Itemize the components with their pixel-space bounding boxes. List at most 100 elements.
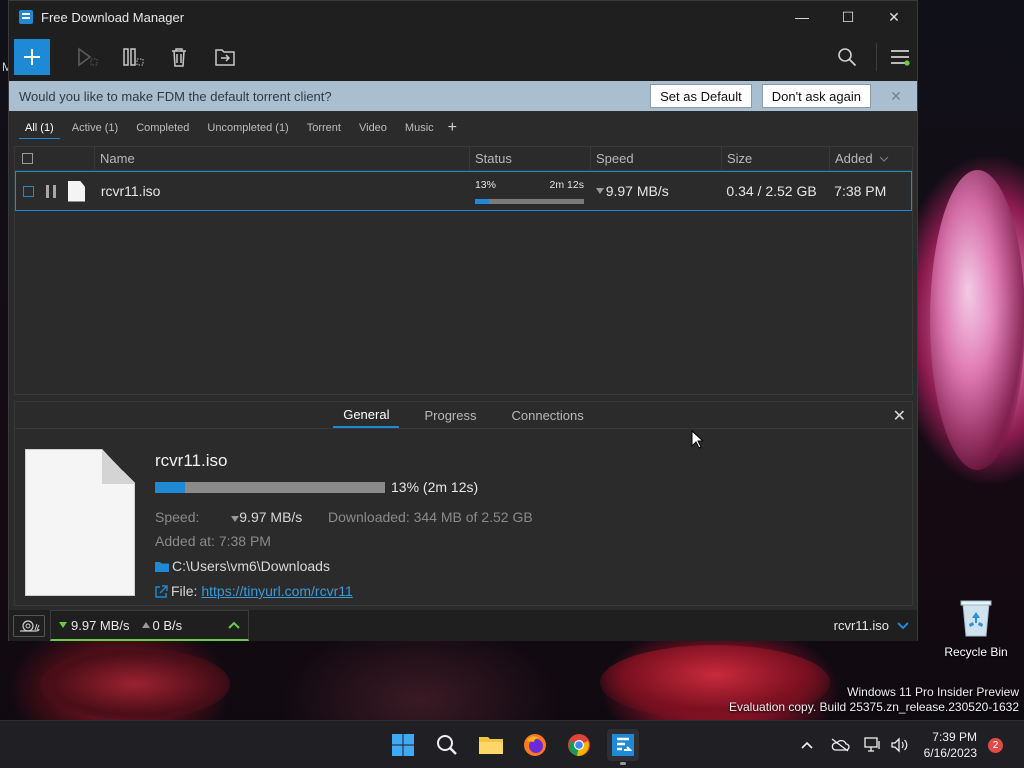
set-as-default-button[interactable]: Set as Default (650, 84, 752, 108)
detail-file-name: rcvr11.iso (155, 451, 228, 470)
move-to-folder-button[interactable] (202, 39, 248, 75)
recycle-bin-icon (960, 600, 992, 637)
column-speed[interactable]: Speed (591, 146, 722, 171)
row-speed-cell: 9.97 MB/s (591, 172, 722, 210)
downloads-list: Name Status Speed Size Added rcvr11.iso … (14, 146, 913, 395)
watermark-line-2: Evaluation copy. Build 25375.zn_release.… (729, 700, 1019, 714)
add-download-button[interactable] (14, 39, 50, 75)
detail-progress-bar (155, 482, 385, 493)
upload-arrow-icon (141, 622, 150, 628)
firefox-button[interactable] (519, 729, 551, 761)
detail-folder-row[interactable]: C:\Users\vm6\Downloads (155, 558, 330, 574)
mouse-cursor-icon (691, 430, 703, 449)
details-close-icon[interactable]: ✕ (893, 406, 906, 426)
column-status[interactable]: Status (470, 146, 591, 171)
notification-badge[interactable]: 2 (988, 738, 1003, 753)
detail-progress-text: 13% (2m 12s) (391, 479, 479, 495)
select-all-cell (15, 146, 95, 171)
filter-all[interactable]: All (1) (19, 117, 60, 139)
add-filter-button[interactable]: + (448, 119, 457, 137)
banner-close-icon[interactable]: ✕ (881, 88, 911, 105)
sort-desc-icon (879, 156, 889, 162)
windows-logo-icon (392, 734, 414, 756)
start-button[interactable] (64, 39, 110, 75)
file-explorer-button[interactable] (475, 729, 507, 761)
snail-icon (20, 619, 40, 632)
toolbar-separator (876, 43, 877, 71)
folder-move-icon (215, 49, 235, 66)
watermark-line-1: Windows 11 Pro Insider Preview (847, 685, 1019, 699)
added-value: 7:38 PM (218, 533, 271, 549)
row-speed: 9.97 MB/s (605, 183, 669, 199)
recycle-bin-label: Recycle Bin (944, 645, 1008, 659)
tab-connections[interactable]: Connections (502, 402, 594, 428)
table-row[interactable]: rcvr11.iso 13% 2m 12s 9.97 MB/s 0.34 / 2… (15, 171, 912, 211)
file-icon (68, 180, 85, 202)
column-name[interactable]: Name (95, 146, 470, 171)
network-icon[interactable] (864, 737, 882, 753)
column-size[interactable]: Size (722, 146, 830, 171)
row-checkbox[interactable] (23, 185, 34, 197)
close-button[interactable]: ✕ (871, 1, 917, 33)
pause-all-button[interactable] (110, 39, 156, 75)
filter-completed[interactable]: Completed (130, 117, 195, 139)
main-menu-button[interactable] (883, 39, 917, 75)
play-icon (78, 47, 98, 67)
chrome-icon (568, 734, 590, 757)
row-status-percent: 13% (474, 178, 496, 191)
banner-text: Would you like to make FDM the default t… (19, 88, 332, 104)
status-current-file[interactable]: rcvr11.iso (834, 618, 909, 633)
plus-icon (24, 49, 40, 65)
speed-summary[interactable]: 9.97 MB/s 0 B/s (50, 610, 249, 641)
cloud-offline-icon[interactable] (830, 738, 850, 752)
chrome-button[interactable] (563, 729, 595, 761)
chevron-up-icon[interactable] (800, 740, 814, 750)
filter-active[interactable]: Active (1) (66, 117, 124, 139)
fdm-window: Free Download Manager — ☐ ✕ Would you li… (8, 0, 918, 641)
volume-icon[interactable] (890, 737, 908, 753)
dont-ask-again-button[interactable]: Don't ask again (761, 84, 871, 108)
select-all-checkbox[interactable] (22, 153, 33, 164)
row-progress-fill (474, 198, 490, 204)
maximize-button[interactable]: ☐ (825, 1, 871, 33)
running-indicator (620, 762, 626, 765)
up-speed: 0 B/s (152, 617, 183, 633)
trash-icon (172, 48, 186, 67)
fdm-logo-icon (612, 734, 634, 756)
tab-general[interactable]: General (333, 402, 400, 428)
fdm-taskbar-button[interactable] (607, 729, 639, 765)
windows-watermark: Windows 11 Pro Insider Preview Evaluatio… (729, 685, 1019, 715)
filter-torrent[interactable]: Torrent (301, 117, 347, 139)
column-added-label: Added (835, 151, 873, 166)
pause-icon[interactable] (46, 184, 56, 198)
detail-downloaded-row: Downloaded: 344 MB of 2.52 GB (328, 509, 533, 525)
title-bar[interactable]: Free Download Manager — ☐ ✕ (9, 1, 917, 33)
row-status-time: 2m 12s (549, 178, 584, 191)
default-client-banner: Would you like to make FDM the default t… (9, 81, 917, 111)
detail-speed-row: Speed: 9.97 MB/s (155, 509, 302, 525)
column-added[interactable]: Added (830, 147, 912, 171)
taskbar-clock[interactable]: 7:39 PM 6/16/2023 (912, 729, 977, 761)
filter-music[interactable]: Music (399, 117, 440, 139)
file-url-link[interactable]: https://tinyurl.com/rcvr11 (201, 583, 352, 599)
detail-file-row: File: https://tinyurl.com/rcvr11 (155, 583, 353, 599)
taskbar-search-button[interactable] (431, 729, 463, 761)
status-bar: 9.97 MB/s 0 B/s rcvr11.iso (9, 610, 917, 641)
start-button[interactable] (387, 729, 419, 761)
wallpaper-streak (40, 648, 230, 720)
taskbar: 7:39 PM 6/16/2023 2 (0, 720, 1024, 768)
toolbar (9, 33, 917, 81)
speed-limit-button[interactable] (13, 614, 45, 637)
minimize-button[interactable]: — (779, 1, 825, 33)
recycle-bin-shortcut[interactable]: Recycle Bin (944, 598, 1008, 659)
tab-progress[interactable]: Progress (414, 402, 486, 428)
filter-video[interactable]: Video (353, 117, 393, 139)
details-tabs: General Progress Connections ✕ (15, 402, 912, 429)
search-button[interactable] (824, 39, 870, 75)
file-fold-icon (102, 449, 135, 484)
chevron-up-icon (228, 621, 240, 629)
folder-path[interactable]: C:\Users\vm6\Downloads (172, 558, 330, 574)
delete-button[interactable] (156, 39, 202, 75)
hamburger-menu-icon (891, 50, 910, 66)
filter-uncompleted[interactable]: Uncompleted (1) (201, 117, 294, 139)
